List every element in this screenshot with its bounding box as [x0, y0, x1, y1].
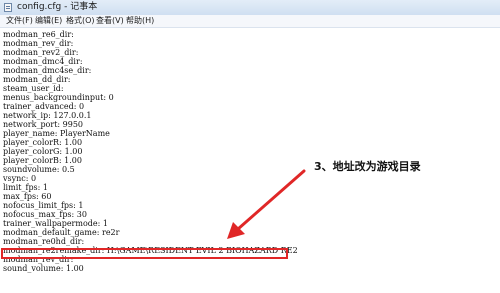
text-line: modman_re6_dir:	[3, 30, 74, 39]
text-line: vsync: 0	[3, 174, 37, 183]
text-line: trainer_advanced: 0	[3, 102, 85, 111]
highlight-box	[1, 248, 288, 259]
menu-view[interactable]: 查看(V)	[96, 15, 124, 27]
text-line: modman_dd_dir:	[3, 75, 71, 84]
text-line: steam_user_id:	[3, 84, 64, 93]
menu-file[interactable]: 文件(F)	[6, 15, 33, 27]
text-line: network_ip: 127.0.0.1	[3, 111, 92, 120]
window-title: config.cfg - 记事本	[17, 2, 98, 12]
text-line: player_colorG: 1.00	[3, 147, 83, 156]
text-line: trainer_wallpapermode: 1	[3, 219, 108, 228]
text-line: soundvolume: 0.5	[3, 165, 75, 174]
menu-format[interactable]: 格式(O)	[66, 15, 95, 27]
text-line: menus_backgroundinput: 0	[3, 93, 114, 102]
text-line: modman_default_game: re2r	[3, 228, 120, 237]
window-title-bar: config.cfg - 记事本	[0, 0, 500, 16]
notepad-icon	[4, 3, 12, 12]
text-line: player_colorB: 1.00	[3, 156, 82, 165]
menu-edit[interactable]: 编辑(E)	[35, 15, 62, 27]
text-line: sound_volume: 1.00	[3, 264, 84, 273]
text-line: nofocus_max_fps: 30	[3, 210, 87, 219]
text-line: modman_rev_dir:	[3, 39, 74, 48]
menu-help[interactable]: 帮助(H)	[126, 15, 154, 27]
text-line: player_name: PlayerName	[3, 129, 110, 138]
text-line: modman_re0hd_dir:	[3, 237, 85, 246]
text-line: nofocus_limit_fps: 1	[3, 201, 84, 210]
annotation-text: 3、地址改为游戏目录	[314, 160, 421, 173]
menu-bar: 文件(F) 编辑(E) 格式(O) 查看(V) 帮助(H)	[0, 15, 500, 28]
text-line: network_port: 9950	[3, 120, 84, 129]
text-line: player_colorR: 1.00	[3, 138, 83, 147]
text-line: modman_rev2_dir:	[3, 48, 79, 57]
text-line: modman_dmc4_dir:	[3, 57, 83, 66]
text-line: modman_dmc4se_dir:	[3, 66, 92, 75]
text-line: max_fps: 60	[3, 192, 52, 201]
text-line: limit_fps: 1	[3, 183, 48, 192]
